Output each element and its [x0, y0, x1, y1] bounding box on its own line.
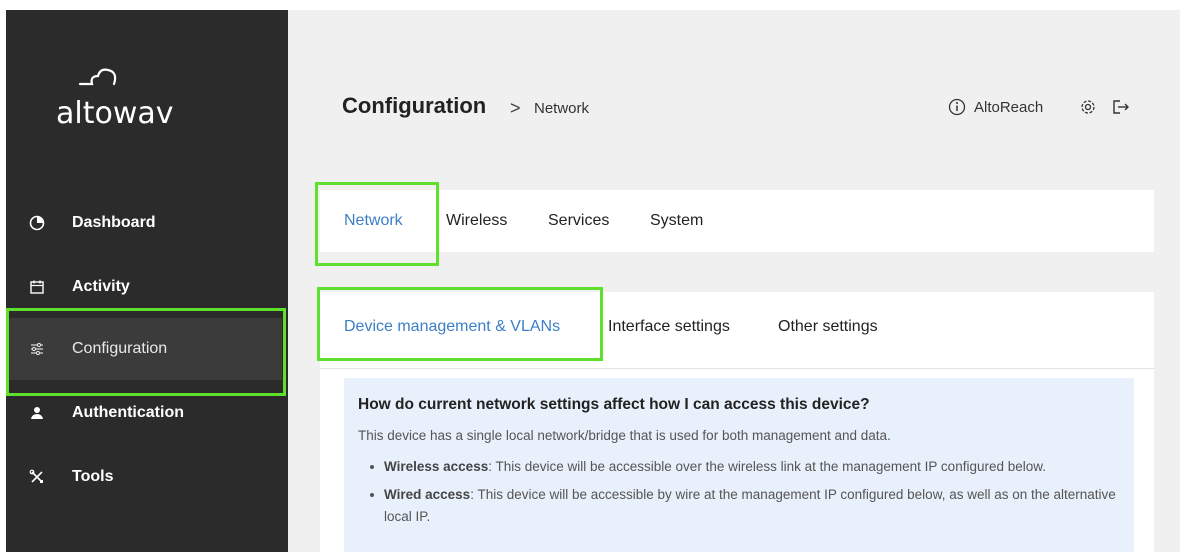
info-bullets: Wireless access: This device will be acc… [358, 456, 1128, 534]
calendar-icon [28, 278, 46, 296]
user-name[interactable]: AltoReach [974, 99, 1043, 116]
bullet-bold: Wireless access [384, 459, 489, 474]
info-text: This device has a single local network/b… [358, 428, 891, 443]
logout-icon[interactable] [1111, 98, 1131, 116]
tab-services[interactable]: Services [548, 212, 609, 230]
sidebar-item-label: Tools [72, 468, 114, 485]
network-settings-card: Device management & VLANs Interface sett… [320, 292, 1154, 552]
sidebar-item-label: Dashboard [72, 214, 156, 231]
sidebar-item-configuration[interactable]: Configuration [6, 318, 282, 380]
sidebar-item-activity[interactable]: Activity [6, 256, 282, 318]
user-icon [28, 404, 46, 422]
main-tabs: Network Wireless Services System [320, 190, 1154, 252]
tab-wireless[interactable]: Wireless [446, 212, 507, 230]
info-box: How do current network settings affect h… [344, 378, 1134, 552]
sidebar-item-dashboard[interactable]: Dashboard [6, 192, 282, 254]
subtab-device-management[interactable]: Device management & VLANs [344, 318, 560, 336]
breadcrumb: Network [534, 100, 590, 117]
info-title: How do current network settings affect h… [358, 396, 870, 413]
sidebar-item-label: Activity [72, 278, 130, 295]
bullet-text: : This device will be accessible by wire… [384, 487, 1116, 524]
logo-cloud-icon [78, 68, 117, 86]
header-actions: AltoReach [948, 98, 1131, 116]
divider [320, 368, 1154, 369]
breadcrumb-separator: > [510, 98, 521, 118]
sidebar-item-authentication[interactable]: Authentication [6, 382, 282, 444]
info-icon[interactable] [948, 98, 966, 116]
tab-system[interactable]: System [650, 212, 703, 230]
sidebar-item-label: Configuration [72, 340, 168, 357]
tab-network[interactable]: Network [344, 212, 403, 230]
sidebar-item-label: Authentication [72, 404, 184, 421]
bullet-icon [370, 465, 374, 469]
subtab-other-settings[interactable]: Other settings [778, 318, 878, 336]
altowav-logo: altowav [56, 68, 174, 138]
gear-icon[interactable] [1079, 98, 1097, 116]
bullet-icon [370, 493, 374, 497]
list-item: Wired access: This device will be access… [358, 484, 1128, 528]
page-title: Configuration [342, 93, 487, 118]
sidebar: altowav Dashboard Activity Configuration… [6, 10, 288, 552]
sidebar-item-tools[interactable]: Tools [6, 446, 282, 508]
tools-icon [28, 468, 46, 486]
pie-chart-icon [28, 214, 46, 232]
main-content: Configuration > Network AltoReach Networ… [288, 10, 1180, 552]
bullet-text: : This device will be accessible over th… [488, 459, 1047, 474]
logo-text: altowav [56, 96, 174, 131]
sliders-icon [28, 340, 46, 358]
bullet-bold: Wired access [384, 487, 471, 502]
list-item: Wireless access: This device will be acc… [358, 456, 1128, 478]
subtab-interface-settings[interactable]: Interface settings [608, 318, 730, 336]
